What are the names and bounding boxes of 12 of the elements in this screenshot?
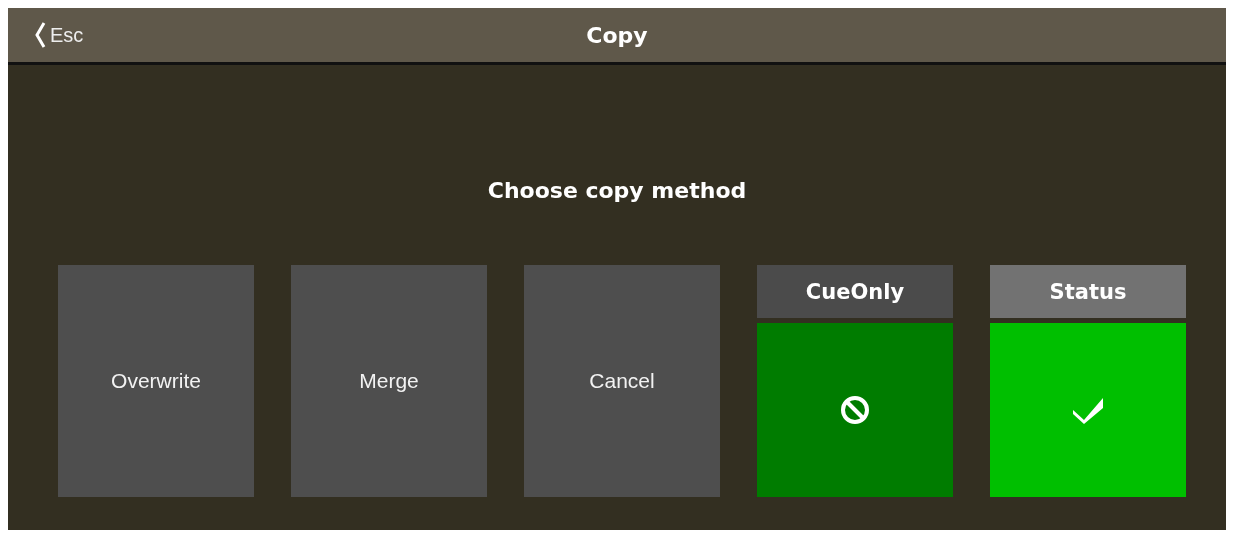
option-toggle[interactable] [757, 323, 953, 497]
back-button[interactable]: Esc [30, 20, 88, 50]
action-button[interactable]: Overwrite [58, 265, 254, 497]
window-title: Copy [586, 22, 648, 48]
chevron-left-icon [34, 21, 46, 49]
ban-icon [840, 395, 870, 425]
option-label: Status [990, 265, 1186, 318]
action-button[interactable]: Merge [291, 265, 487, 497]
option-label: CueOnly [757, 265, 953, 318]
action-button[interactable]: Cancel [524, 265, 720, 497]
option-toggle[interactable] [990, 323, 1186, 497]
prompt-text: Choose copy method [486, 177, 748, 205]
